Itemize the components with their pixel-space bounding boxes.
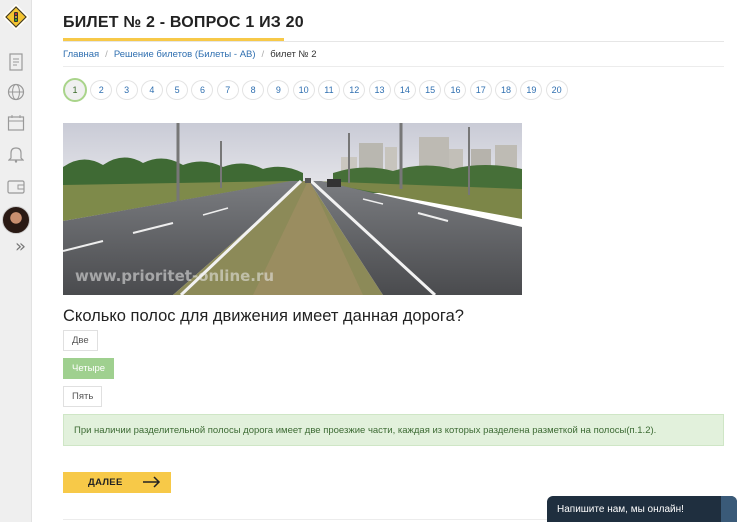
question-number-13[interactable]: 13 bbox=[368, 80, 391, 100]
image-watermark: www.prioritet-online.ru bbox=[75, 267, 275, 285]
question-number-3[interactable]: 3 bbox=[115, 80, 138, 100]
calendar-icon[interactable] bbox=[6, 113, 26, 133]
breadcrumb-separator: / bbox=[261, 49, 265, 60]
answer-option-3[interactable]: Пять bbox=[63, 386, 103, 407]
answer-option-2[interactable]: Четыре bbox=[63, 358, 115, 379]
question-number-15[interactable]: 15 bbox=[419, 80, 442, 100]
breadcrumb-current: билет № 2 bbox=[270, 49, 317, 60]
question-number-19[interactable]: 19 bbox=[520, 80, 543, 100]
chat-widget-label: Напишите нам, мы онлайн! bbox=[557, 503, 684, 515]
question-number-7[interactable]: 7 bbox=[216, 80, 239, 100]
bell-icon[interactable] bbox=[6, 144, 26, 164]
question-number-20[interactable]: 20 bbox=[545, 80, 568, 100]
question-number-14[interactable]: 14 bbox=[393, 80, 416, 100]
chat-widget[interactable]: Напишите нам, мы онлайн! bbox=[547, 496, 737, 522]
question-number-18[interactable]: 18 bbox=[495, 80, 518, 100]
document-icon[interactable] bbox=[6, 52, 26, 72]
question-number-10[interactable]: 10 bbox=[292, 80, 315, 100]
next-button-label: ДАЛЕЕ bbox=[88, 477, 123, 488]
page-title: БИЛЕТ № 2 - ВОПРОС 1 ИЗ 20 bbox=[63, 14, 304, 31]
breadcrumb-separator: / bbox=[105, 49, 108, 60]
question-number-6[interactable]: 6 bbox=[191, 80, 214, 100]
question-number-5[interactable]: 5 bbox=[166, 80, 189, 100]
question-number-12[interactable]: 12 bbox=[343, 80, 366, 100]
question-number-9[interactable]: 9 bbox=[267, 80, 290, 100]
question-number-1[interactable]: 1 bbox=[63, 78, 87, 102]
globe-icon[interactable] bbox=[6, 82, 26, 102]
question-number-4[interactable]: 4 bbox=[140, 80, 163, 100]
explanation-text: При наличии разделительной полосы дорога… bbox=[74, 424, 657, 436]
chat-corner bbox=[721, 496, 737, 522]
question-number-2[interactable]: 2 bbox=[90, 80, 113, 100]
question-navigator: 1 2 3 4 5 6 7 8 9 10 11 12 13 14 15 16 17 18 19 20 bbox=[63, 78, 571, 102]
question-text: Сколько полос для движения имеет данная … bbox=[63, 307, 464, 325]
question-number-11[interactable]: 11 bbox=[317, 80, 340, 100]
arrow-right-icon bbox=[143, 476, 161, 491]
divider bbox=[63, 41, 724, 42]
avatar[interactable] bbox=[2, 206, 30, 234]
sidebar: » bbox=[0, 0, 32, 522]
question-image: www.prioritet-online.ru bbox=[63, 123, 522, 295]
wallet-icon[interactable] bbox=[6, 176, 26, 196]
breadcrumb-home[interactable]: Главная bbox=[63, 49, 99, 60]
question-number-17[interactable]: 17 bbox=[469, 80, 492, 100]
double-chevron-right-icon[interactable]: » bbox=[15, 238, 26, 256]
question-number-8[interactable]: 8 bbox=[242, 80, 265, 100]
explanation-box: При наличии разделительной полосы дорога… bbox=[63, 414, 724, 446]
question-number-16[interactable]: 16 bbox=[444, 80, 467, 100]
divider bbox=[63, 66, 724, 67]
breadcrumb: Главная / Решение билетов (Билеты - AB) / би… bbox=[63, 49, 317, 60]
road-sign-logo-icon[interactable] bbox=[2, 3, 30, 31]
next-button[interactable]: ДАЛЕЕ bbox=[63, 472, 171, 493]
breadcrumb-section[interactable]: Решение билетов (Билеты - AB) bbox=[114, 49, 256, 60]
answer-option-1[interactable]: Две bbox=[63, 330, 98, 351]
